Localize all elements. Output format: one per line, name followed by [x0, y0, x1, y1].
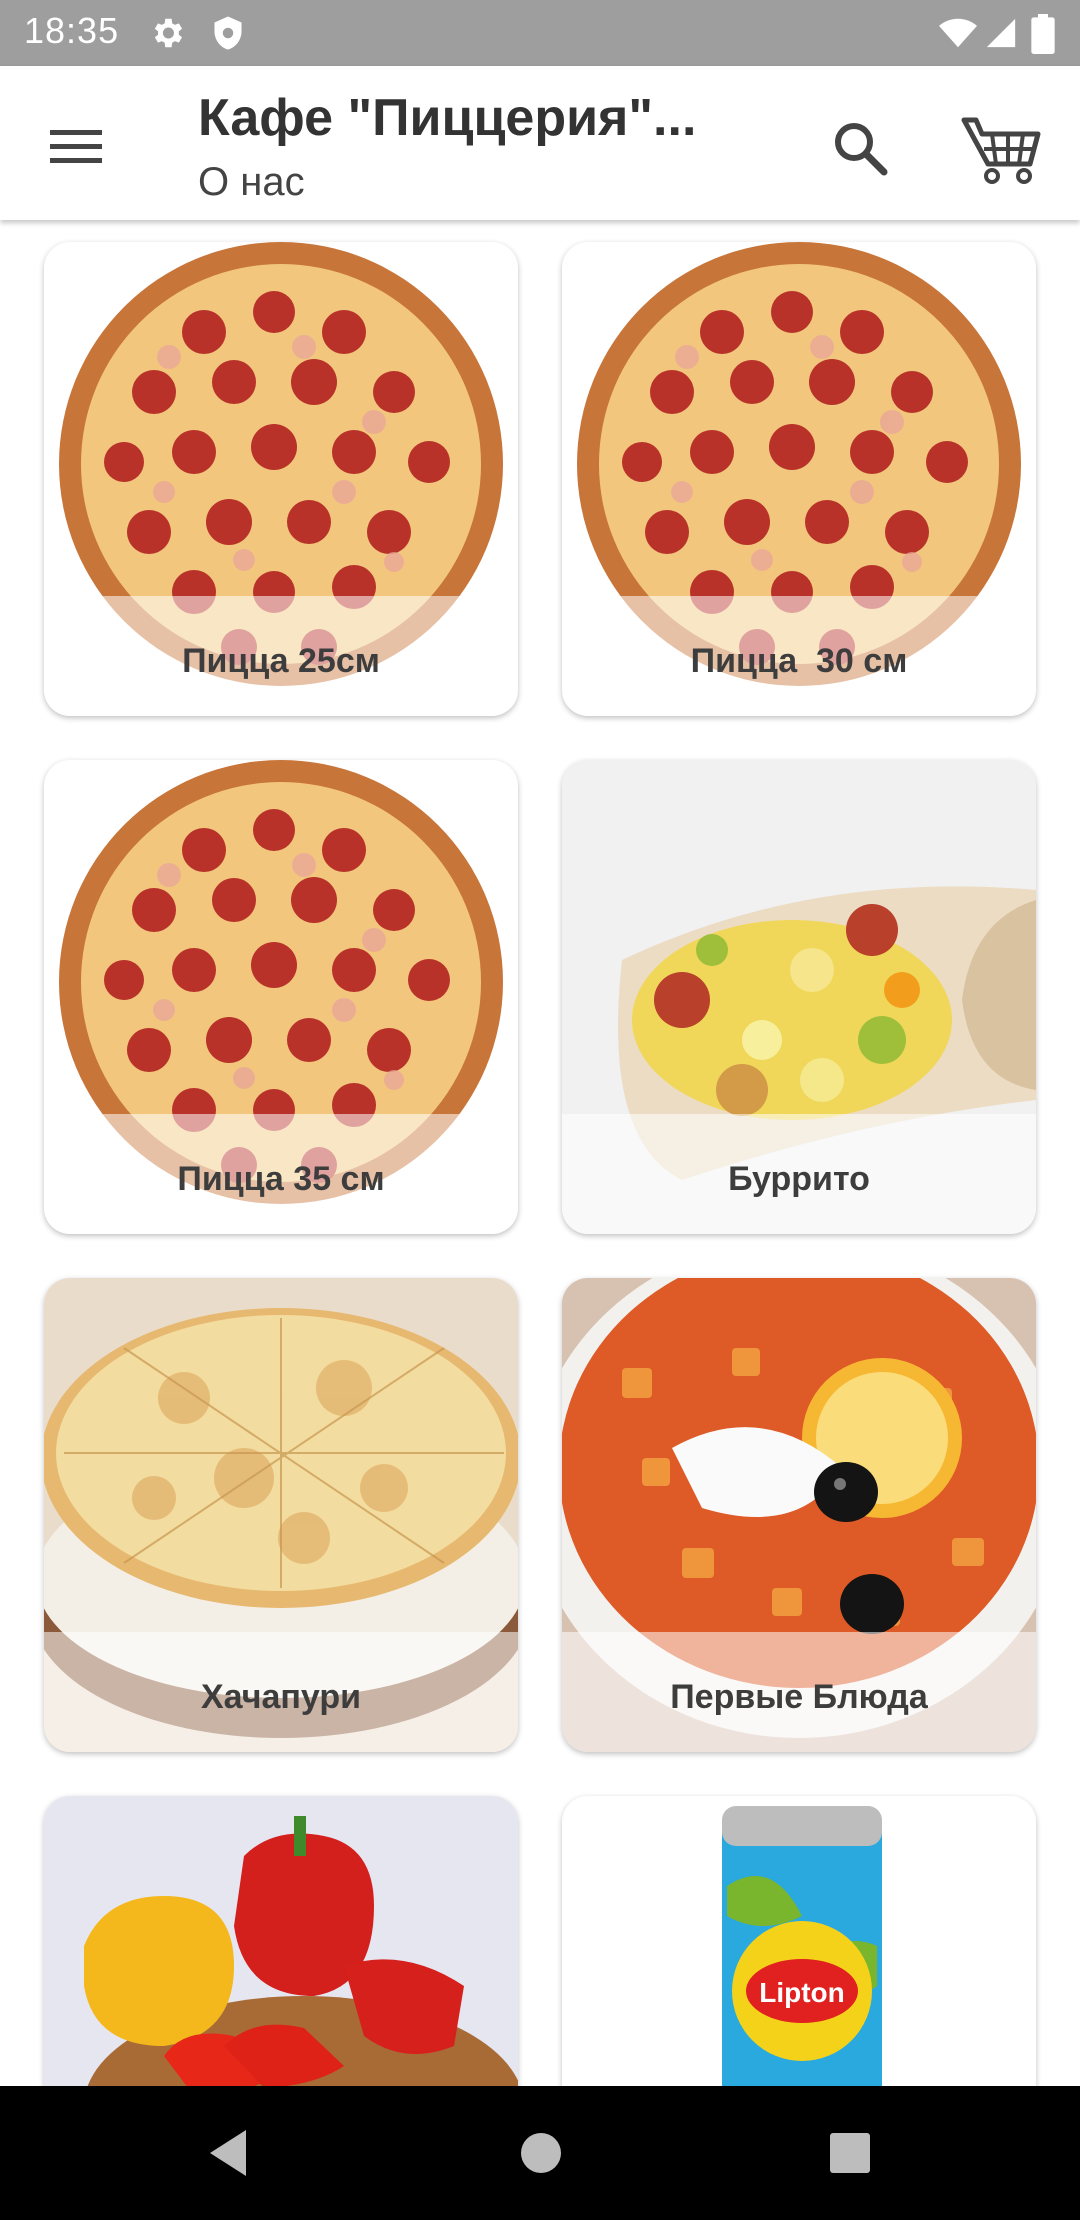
shield-icon [214, 16, 242, 50]
category-card-pizza-35[interactable]: Пицца 35 см [44, 760, 518, 1234]
back-icon[interactable] [204, 2126, 254, 2180]
lipton-logo-text: Lipton [759, 1977, 845, 2008]
home-icon[interactable] [518, 2126, 564, 2180]
category-card-pizza-30[interactable]: Пицца 30 см [562, 242, 1036, 716]
lipton-can-image: Lipton [562, 1796, 1036, 2086]
screen: 18:35 Кафе "Пиццерия"... О нас Пицца 25с… [0, 0, 1080, 2220]
page-subtitle[interactable]: О нас [198, 160, 305, 205]
category-card-vegetables[interactable] [44, 1796, 518, 2086]
battery-icon [1031, 14, 1055, 54]
category-card-first-courses[interactable]: Первые Блюда [562, 1278, 1036, 1752]
app-bar: Кафе "Пиццерия"... О нас [0, 66, 1080, 220]
signal-icon [986, 18, 1016, 48]
navigation-bar [0, 2086, 1080, 2220]
category-label: Пицца 35 см [177, 1160, 385, 1198]
recents-icon[interactable] [826, 2126, 874, 2180]
category-label: Первые Блюда [670, 1678, 928, 1716]
category-grid: Пицца 25см Пицца 30 см Пицца 35 см Бурри… [0, 220, 1080, 2086]
category-card-drinks[interactable]: Lipton [562, 1796, 1036, 2086]
wifi-icon [939, 18, 977, 48]
page-title: Кафе "Пиццерия"... [198, 89, 697, 147]
category-label: Хачапури [200, 1678, 362, 1716]
category-label: Пицца 30 см [690, 642, 908, 680]
category-card-pizza-25[interactable]: Пицца 25см [44, 242, 518, 716]
gear-icon [154, 18, 183, 48]
category-label: Пицца 25см [182, 642, 380, 680]
status-time: 18:35 [24, 10, 120, 51]
category-card-khachapuri[interactable]: Хачапури [44, 1278, 518, 1752]
category-label: Буррито [728, 1160, 870, 1198]
cart-icon[interactable] [960, 106, 1044, 186]
peppers-image [44, 1796, 518, 2086]
menu-icon[interactable] [40, 116, 114, 176]
search-icon[interactable] [822, 110, 896, 184]
status-bar: 18:35 [0, 0, 1080, 66]
category-card-burrito[interactable]: Буррито [562, 760, 1036, 1234]
